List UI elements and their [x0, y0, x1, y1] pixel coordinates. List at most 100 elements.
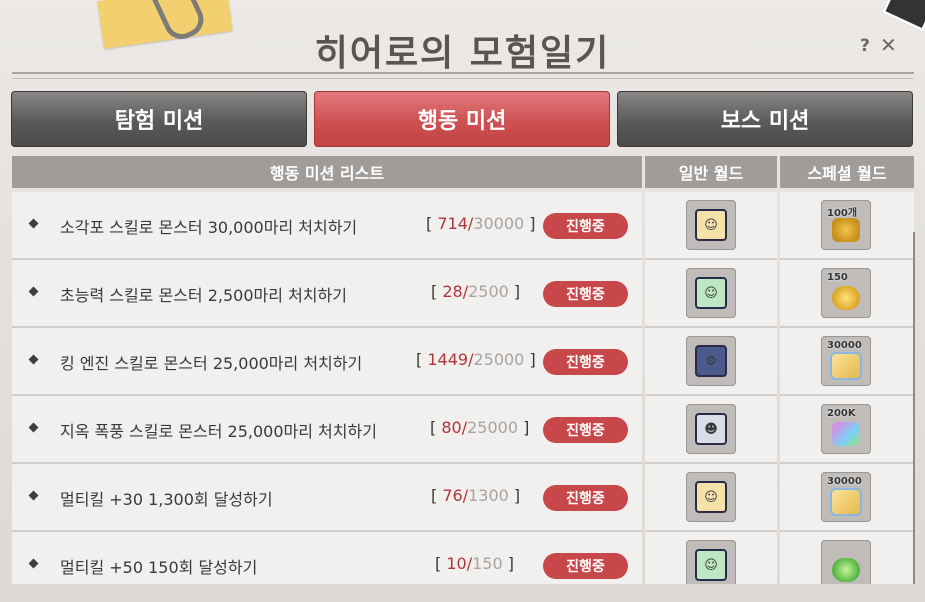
special-reward-slot[interactable]: 200K	[821, 404, 871, 454]
progress-total: 2500	[468, 282, 509, 301]
hero-avatar-green-icon: ☺	[695, 549, 727, 581]
potion-icon: 200K	[825, 408, 867, 450]
mission-list[interactable]: 소각포 스킬로 몬스터 30,000마리 처치하기 [ 714/30000 ] …	[12, 192, 914, 584]
reward-image	[830, 488, 862, 516]
status-badge[interactable]: 진행중	[543, 417, 628, 443]
bracket-open: [	[431, 282, 438, 301]
mission-row: 지옥 폭풍 스킬로 몬스터 25,000마리 처치하기 [ 80/25000 ]…	[12, 396, 914, 464]
close-button[interactable]: ✕	[880, 33, 897, 57]
normal-world-cell: ☺	[645, 192, 777, 260]
bracket-close: ]	[523, 418, 530, 437]
mission-cell: 지옥 폭풍 스킬로 몬스터 25,000마리 처치하기 [ 80/25000 ]…	[12, 396, 642, 464]
status-badge[interactable]: 진행중	[543, 213, 628, 239]
special-reward-slot[interactable]	[821, 540, 871, 584]
special-world-cell	[780, 532, 914, 584]
normal-reward-slot[interactable]: ☺	[686, 472, 736, 522]
bracket-open: [	[430, 418, 437, 437]
king-engine-icon: ⚙	[695, 345, 727, 377]
progress-current: 28	[442, 282, 463, 301]
mission-cell: 초능력 스킬로 몬스터 2,500마리 처치하기 [ 28/2500 ] 진행중	[12, 260, 642, 328]
mission-cell: 멀티킬 +50 150회 달성하기 [ 10/150 ] 진행중	[12, 532, 642, 584]
green-orb-icon	[825, 544, 867, 584]
status-badge[interactable]: 진행중	[543, 281, 628, 307]
progress-total: 25000	[473, 350, 525, 369]
mission-name: 지옥 폭풍 스킬로 몬스터 25,000마리 처치하기	[60, 422, 377, 441]
status-badge[interactable]: 진행중	[543, 553, 628, 579]
coupon-icon: 30000	[825, 476, 867, 518]
status-badge[interactable]: 진행중	[543, 349, 628, 375]
bullet-icon	[28, 558, 39, 569]
mission-progress: [ 1449/25000 ]	[416, 350, 536, 369]
special-world-cell: 30000	[780, 464, 914, 532]
bullet-icon	[28, 490, 39, 501]
normal-reward-slot[interactable]: ⚙	[686, 336, 736, 386]
normal-world-cell: ☺	[645, 464, 777, 532]
bullet-icon	[28, 422, 39, 433]
bracket-close: ]	[513, 486, 521, 505]
bracket-close: ]	[529, 214, 536, 233]
mission-progress: [ 714/30000 ]	[426, 214, 536, 233]
help-button[interactable]: ?	[860, 36, 870, 56]
bracket-open: [	[426, 214, 433, 233]
bullet-icon	[28, 218, 39, 229]
reward-tag: 100개	[827, 208, 858, 219]
mission-name: 초능력 스킬로 몬스터 2,500마리 처치하기	[60, 286, 347, 305]
bracket-close: ]	[507, 554, 514, 573]
reward-image	[830, 352, 862, 380]
progress-current: 76	[442, 486, 463, 505]
hero-avatar-blonde-icon: ☺	[695, 481, 727, 513]
reward-tag: 200K	[827, 408, 856, 419]
normal-world-cell: ⚙	[645, 328, 777, 396]
mission-name: 킹 엔진 스킬로 몬스터 25,000마리 처치하기	[60, 354, 363, 373]
mission-progress: [ 10/150 ]	[435, 554, 514, 573]
header-mission-list: 행동 미션 리스트	[12, 156, 642, 188]
hero-avatar-dark-icon: ☻	[695, 413, 727, 445]
normal-reward-slot[interactable]: ☺	[686, 200, 736, 250]
reward-image	[832, 218, 860, 242]
reward-tag: 150	[827, 272, 848, 283]
normal-world-cell: ☺	[645, 532, 777, 584]
special-world-cell: 200K	[780, 396, 914, 464]
mission-name: 멀티킬 +30 1,300회 달성하기	[60, 490, 273, 509]
scrollbar[interactable]	[913, 232, 915, 584]
status-badge[interactable]: 진행중	[543, 485, 628, 511]
reward-image	[832, 286, 860, 310]
reward-tag: 30000	[827, 476, 862, 487]
special-reward-slot[interactable]: 30000	[821, 336, 871, 386]
normal-reward-slot[interactable]: ☻	[686, 404, 736, 454]
bracket-close: ]	[513, 282, 521, 301]
mission-row: 초능력 스킬로 몬스터 2,500마리 처치하기 [ 28/2500 ] 진행중…	[12, 260, 914, 328]
progress-current: 10	[446, 554, 467, 573]
tab-action-mission[interactable]: 행동 미션	[314, 91, 610, 147]
special-reward-slot[interactable]: 30000	[821, 472, 871, 522]
bracket-open: [	[431, 486, 438, 505]
tab-explore-mission[interactable]: 탐험 미션	[11, 91, 307, 147]
reward-tag: 30000	[827, 340, 862, 351]
header-normal-world: 일반 월드	[645, 156, 777, 188]
normal-reward-slot[interactable]: ☺	[686, 540, 736, 584]
mission-row: 멀티킬 +50 150회 달성하기 [ 10/150 ] 진행중 ☺	[12, 532, 914, 584]
normal-world-cell: ☻	[645, 396, 777, 464]
special-reward-slot[interactable]: 100개	[821, 200, 871, 250]
progress-current: 714	[437, 214, 468, 233]
mission-row: 킹 엔진 스킬로 몬스터 25,000마리 처치하기 [ 1449/25000 …	[12, 328, 914, 396]
reward-image	[832, 422, 860, 446]
progress-total: 25000	[467, 418, 518, 437]
mission-progress: [ 28/2500 ]	[431, 282, 520, 301]
mission-progress: [ 76/1300 ]	[431, 486, 520, 505]
progress-total: 150	[472, 554, 503, 573]
tab-boss-mission[interactable]: 보스 미션	[617, 91, 913, 147]
coupon-icon: 30000	[825, 340, 867, 382]
progress-current: 1449	[427, 350, 469, 369]
bracket-close: ]	[529, 350, 536, 369]
normal-reward-slot[interactable]: ☺	[686, 268, 736, 318]
title-divider	[12, 72, 914, 74]
normal-world-cell: ☺	[645, 260, 777, 328]
special-reward-slot[interactable]: 150	[821, 268, 871, 318]
mission-cell: 소각포 스킬로 몬스터 30,000마리 처치하기 [ 714/30000 ] …	[12, 192, 642, 260]
mission-row: 소각포 스킬로 몬스터 30,000마리 처치하기 [ 714/30000 ] …	[12, 192, 914, 260]
header-special-world: 스페셜 월드	[780, 156, 914, 188]
title-divider-thin	[12, 78, 914, 79]
mission-tabs: 탐험 미션 행동 미션 보스 미션	[11, 91, 915, 147]
window-title: 히어로의 모험일기	[314, 33, 611, 74]
